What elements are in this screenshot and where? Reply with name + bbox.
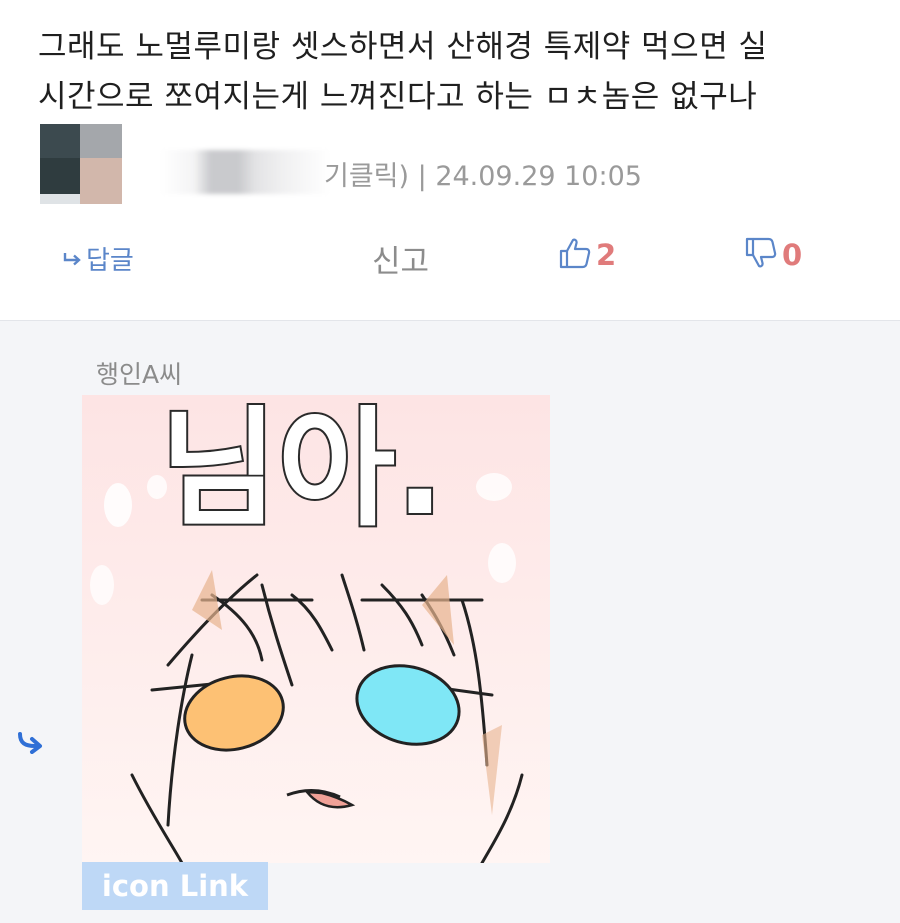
dislike-count: 0: [782, 238, 803, 272]
thumbs-up-icon: [558, 236, 592, 274]
comment-item: 그래도 노멀루미랑 셋스하면서 산해경 특제약 먹으면 실 시간으로 쪼여지는게…: [0, 0, 900, 321]
reply-arrow-icon: [16, 728, 48, 758]
like-count: 2: [596, 238, 617, 272]
reply-item: 행인A씨 님아. icon Link: [0, 321, 900, 923]
comment-text-line-2: 시간으로 쪼여지는게 느껴진다고 하는 ㅁㅊ놈은 없구나: [38, 79, 758, 115]
reply-arrow-icon: [62, 244, 84, 274]
reply-label: 답글: [86, 246, 134, 276]
thumbs-down-icon: [744, 236, 778, 274]
blurred-nickname: [160, 150, 330, 194]
sticker-text: 님아.: [160, 395, 444, 544]
like-button[interactable]: 2: [558, 236, 616, 274]
comment-text-line-1: 그래도 노멀루미랑 셋스하면서 산해경 특제약 먹으면 실: [38, 29, 768, 65]
comment-actions: 답글 신고 2 0: [0, 228, 900, 288]
dislike-button[interactable]: 0: [744, 236, 802, 274]
avatar[interactable]: [40, 124, 122, 204]
sticker-image[interactable]: 님아.: [82, 395, 550, 863]
comment-meta: 기클릭) | 24.09.29 10:05: [324, 161, 642, 192]
comment-thread: 그래도 노멀루미랑 셋스하면서 산해경 특제약 먹으면 실 시간으로 쪼여지는게…: [0, 0, 900, 923]
report-button[interactable]: 신고: [372, 236, 429, 281]
icon-link-button[interactable]: icon Link: [82, 862, 268, 910]
reply-button[interactable]: 답글: [62, 240, 134, 277]
comment-body: 그래도 노멀루미랑 셋스하면서 산해경 특제약 먹으면 실 시간으로 쪼여지는게…: [38, 22, 878, 122]
reply-author[interactable]: 행인A씨: [96, 355, 182, 391]
